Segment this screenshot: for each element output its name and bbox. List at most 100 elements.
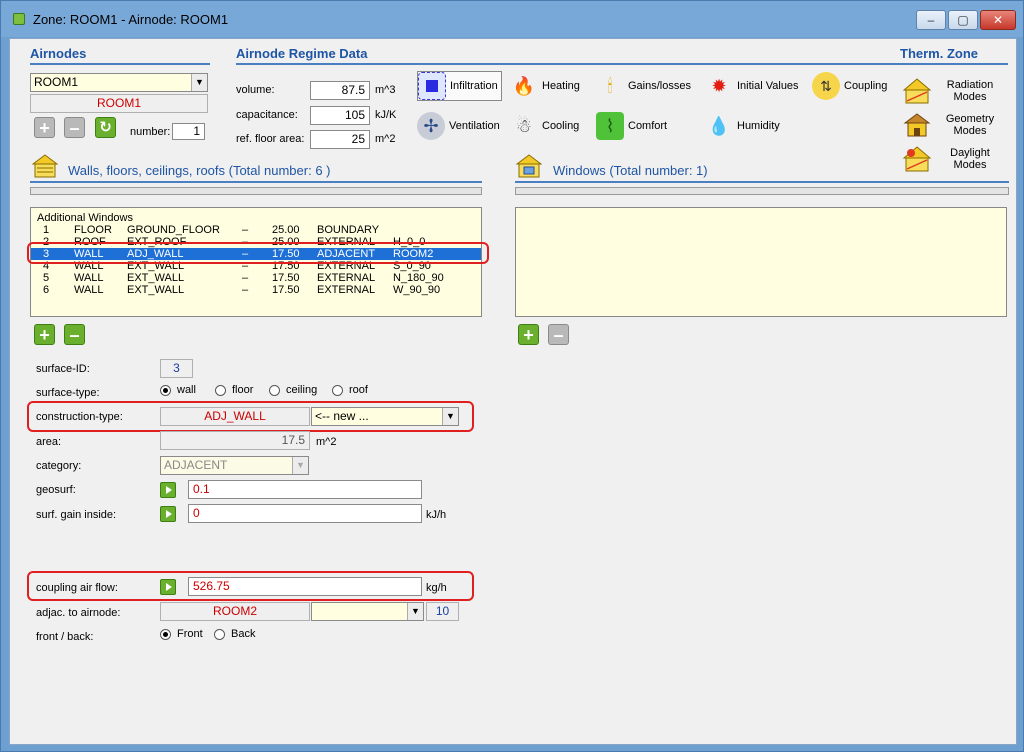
remove-wall-button[interactable]: –: [64, 324, 85, 345]
geosurf-field[interactable]: 0.1: [188, 480, 422, 499]
chevron-down-icon: ▼: [292, 457, 308, 474]
close-button[interactable]: ✕: [980, 10, 1016, 30]
airnode-select-value: ROOM1: [34, 75, 79, 89]
capacitance-label: capacitance:: [236, 109, 298, 121]
initial-values-button[interactable]: ✹ Initial Values: [705, 71, 799, 101]
add-airnode-button[interactable]: +: [34, 117, 55, 138]
surface-gain-field[interactable]: 0: [188, 504, 422, 523]
radiation-modes-label: Radiation Modes: [946, 79, 994, 103]
regime-title: Airnode Regime Data: [236, 46, 368, 61]
cooling-label: Cooling: [542, 120, 580, 132]
surface-id-label: surface-ID:: [36, 363, 90, 375]
windows-title: Windows (Total number: 1): [553, 163, 708, 178]
minimize-button[interactable]: –: [916, 10, 946, 30]
window-title: Zone: ROOM1 - Airnode: ROOM1: [33, 12, 229, 27]
airnode-number-label: number:: [130, 126, 171, 138]
flame-icon: 🔥: [512, 75, 536, 96]
droplets-icon: 💧: [707, 115, 731, 136]
remove-window-button[interactable]: –: [548, 324, 569, 345]
windows-rule: [515, 181, 1009, 183]
construction-highlight: [27, 401, 474, 432]
add-wall-button[interactable]: +: [34, 324, 55, 345]
chevron-down-icon: ▼: [191, 74, 207, 91]
airnodes-rule: [30, 63, 210, 65]
selected-row-highlight: [27, 242, 489, 264]
category-select-value: ADJACENT: [164, 458, 228, 472]
burst-icon: ✹: [711, 75, 727, 96]
humidity-button[interactable]: 💧 Humidity: [705, 111, 780, 141]
radio-icon: [332, 384, 343, 396]
surface-gain-label: surf. gain inside:: [36, 509, 117, 521]
ventilation-label: Ventilation: [449, 120, 500, 132]
comfort-button[interactable]: ⌇ Comfort: [596, 111, 667, 141]
surface-type-floor-radio[interactable]: floor: [215, 384, 253, 396]
surface-gain-unit: kJ/h: [426, 509, 447, 521]
therm-zone-title: Therm. Zone: [900, 46, 979, 61]
surface-type-wall-radio[interactable]: wall: [160, 384, 196, 396]
airnode-number-field[interactable]: 1: [172, 123, 205, 140]
daylight-modes-label: Daylight Modes: [950, 147, 990, 171]
app-window: Zone: ROOM1 - Airnode: ROOM1 – ▢ ✕ Airno…: [0, 0, 1024, 752]
add-window-button[interactable]: +: [518, 324, 539, 345]
remove-airnode-button[interactable]: –: [64, 117, 85, 138]
surface-gain-play-button[interactable]: [160, 506, 176, 522]
chevron-down-icon: ▼: [407, 603, 423, 620]
adjacent-airnode-select[interactable]: ▼: [311, 602, 424, 621]
table-row[interactable]: 6 WALL EXT_WALL –17.50 EXTERNAL W_90_90: [31, 284, 481, 296]
surface-type-roof-radio[interactable]: roof: [332, 384, 368, 396]
cooling-button[interactable]: ☃ Cooling: [510, 111, 579, 141]
walls-rule: [30, 181, 482, 183]
heating-button[interactable]: 🔥 Heating: [510, 71, 580, 101]
windows-scrollbar[interactable]: [515, 187, 1009, 195]
infiltration-icon: [418, 72, 446, 100]
initial-values-label: Initial Values: [737, 80, 799, 92]
windows-list[interactable]: [515, 207, 1007, 317]
walls-scrollbar[interactable]: [30, 187, 482, 195]
geometry-modes-button[interactable]: Geometry Modes: [902, 111, 1000, 139]
adjacent-airnode-number: 10: [426, 602, 459, 621]
title-bar: Zone: ROOM1 - Airnode: ROOM1 – ▢ ✕: [1, 1, 1023, 37]
airnode-select[interactable]: ROOM1 ▼: [30, 73, 208, 92]
coupling-button[interactable]: ⇅ Coupling: [812, 71, 887, 101]
adjacent-airnode-label: adjac. to airnode:: [36, 607, 121, 619]
daylight-house-icon: [902, 145, 932, 173]
floor-area-unit: m^2: [375, 133, 396, 145]
surface-type-ceiling-radio[interactable]: ceiling: [269, 384, 317, 396]
geosurf-play-button[interactable]: [160, 482, 176, 498]
geosurf-label: geosurf:: [36, 484, 76, 496]
radiation-modes-button[interactable]: Radiation Modes: [902, 77, 1000, 105]
heating-label: Heating: [542, 80, 580, 92]
front-back-label: front / back:: [36, 631, 94, 643]
volume-field[interactable]: 87.5: [310, 81, 370, 100]
airnode-name-display: ROOM1: [30, 94, 208, 113]
radio-icon: [160, 628, 171, 640]
client-area: Airnodes ROOM1 ▼ ROOM1 + – ↻ number: 1 A…: [9, 38, 1017, 745]
coupling-label: Coupling: [844, 80, 888, 92]
geometry-house-icon: [902, 111, 932, 139]
back-radio[interactable]: Back: [214, 628, 255, 640]
surface-type-label: surface-type:: [36, 387, 100, 399]
area-unit: m^2: [316, 436, 337, 448]
infiltration-button[interactable]: Infiltration: [417, 71, 502, 101]
gains-label: Gains/losses: [628, 80, 691, 92]
app-icon: [13, 13, 25, 25]
therm-zone-rule: [896, 63, 1008, 65]
gains-button[interactable]: 🕯 Gains/losses: [596, 71, 691, 101]
maximize-button[interactable]: ▢: [948, 10, 978, 30]
floor-area-field[interactable]: 25: [310, 130, 370, 149]
radio-icon: [215, 384, 226, 396]
table-row[interactable]: 1 FLOOR GROUND_FLOOR –25.00 BOUNDARY: [31, 224, 481, 236]
ventilation-button[interactable]: ✢ Ventilation: [417, 111, 500, 141]
refresh-airnode-button[interactable]: ↻: [95, 117, 116, 138]
front-radio[interactable]: Front: [160, 628, 203, 640]
daylight-modes-button[interactable]: Daylight Modes: [902, 145, 1000, 173]
coupling-highlight: [27, 571, 474, 601]
radiation-house-icon: [902, 77, 932, 105]
walls-house-icon: [32, 154, 58, 178]
radio-icon: [214, 628, 225, 640]
table-row[interactable]: 5 WALL EXT_WALL –17.50 EXTERNAL N_180_90: [31, 272, 481, 284]
area-field: 17.5: [160, 431, 310, 450]
category-select[interactable]: ADJACENT ▼: [160, 456, 309, 475]
capacitance-field[interactable]: 105: [310, 106, 370, 125]
radio-icon: [269, 384, 280, 396]
